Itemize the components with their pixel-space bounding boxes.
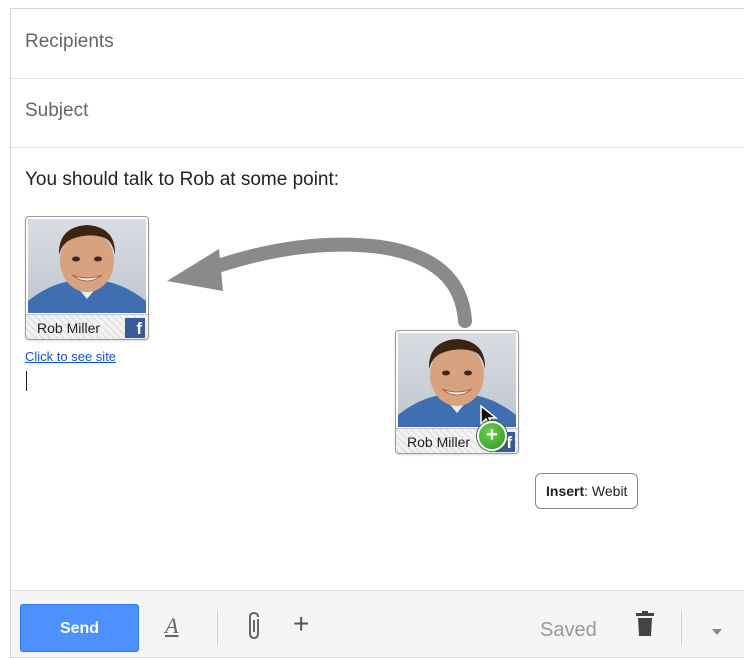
tooltip-target: : Webit (584, 483, 628, 499)
compose-window: Recipients Subject You should talk to Ro… (10, 8, 744, 658)
discard-draft-icon[interactable] (635, 611, 655, 642)
insert-tooltip: Insert: Webit (535, 473, 639, 509)
chevron-down-icon[interactable] (711, 623, 723, 641)
formatting-options-icon[interactable]: A (165, 613, 178, 639)
compose-toolbar: Send A + Saved (11, 590, 744, 657)
message-body-text: You should talk to Rob at some point: (25, 169, 340, 190)
recipients-field[interactable]: Recipients (11, 9, 744, 79)
inserted-profile-card[interactable]: Rob Miller f (25, 216, 149, 340)
card-name: Rob Miller (407, 434, 471, 450)
see-site-link[interactable]: Click to see site (25, 349, 116, 364)
subject-field[interactable]: Subject (11, 78, 744, 148)
subject-placeholder: Subject (25, 100, 89, 121)
attach-file-icon[interactable] (247, 611, 263, 646)
recipients-placeholder: Recipients (25, 31, 114, 52)
tooltip-action: Insert (546, 483, 585, 499)
facebook-icon: f (125, 318, 145, 338)
more-insert-options-icon[interactable]: + (293, 608, 309, 640)
add-plus-icon: + (477, 421, 507, 451)
card-caption: Rob Miller f (26, 314, 148, 339)
divider (217, 611, 218, 645)
curved-arrow-icon (167, 237, 472, 328)
divider (681, 611, 682, 645)
text-cursor (26, 371, 27, 391)
profile-photo (28, 219, 146, 313)
card-name: Rob Miller (37, 320, 101, 336)
send-button[interactable]: Send (20, 604, 139, 652)
saved-status: Saved (540, 619, 597, 641)
